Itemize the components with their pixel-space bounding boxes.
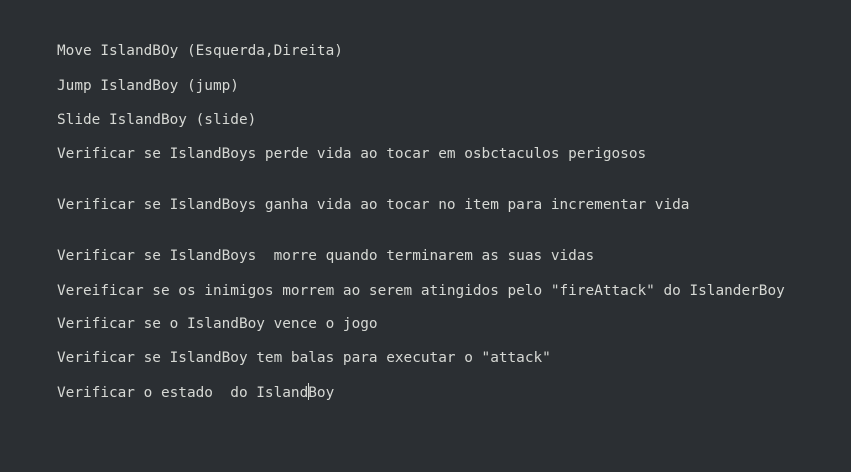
- text-line: Vereificar se os inimigos morrem ao sere…: [57, 283, 785, 299]
- text-line: Verificar se IslandBoys morre quando ter…: [57, 248, 595, 264]
- text-editor[interactable]: Move IslandBOy (Esquerda,Direita) Jump I…: [0, 0, 851, 472]
- text-line: Verificar se o IslandBoy vence o jogo: [57, 316, 378, 332]
- text-line: Verificar se IslandBoys perde vida ao to…: [57, 146, 647, 162]
- text-line: Jump IslandBoy (jump): [57, 78, 239, 94]
- text-line: Verificar se IslandBoys ganha vida ao to…: [57, 197, 690, 213]
- text-line-current: Verificar o estado do IslandBoy: [57, 383, 334, 402]
- text-after-caret: Boy: [308, 385, 335, 401]
- text-line: Move IslandBOy (Esquerda,Direita): [57, 43, 343, 59]
- text-line: Slide IslandBoy (slide): [57, 112, 257, 128]
- text-before-caret: Verificar o estado do Island: [57, 385, 309, 401]
- text-line: Verificar se IslandBoy tem balas para ex…: [57, 350, 551, 366]
